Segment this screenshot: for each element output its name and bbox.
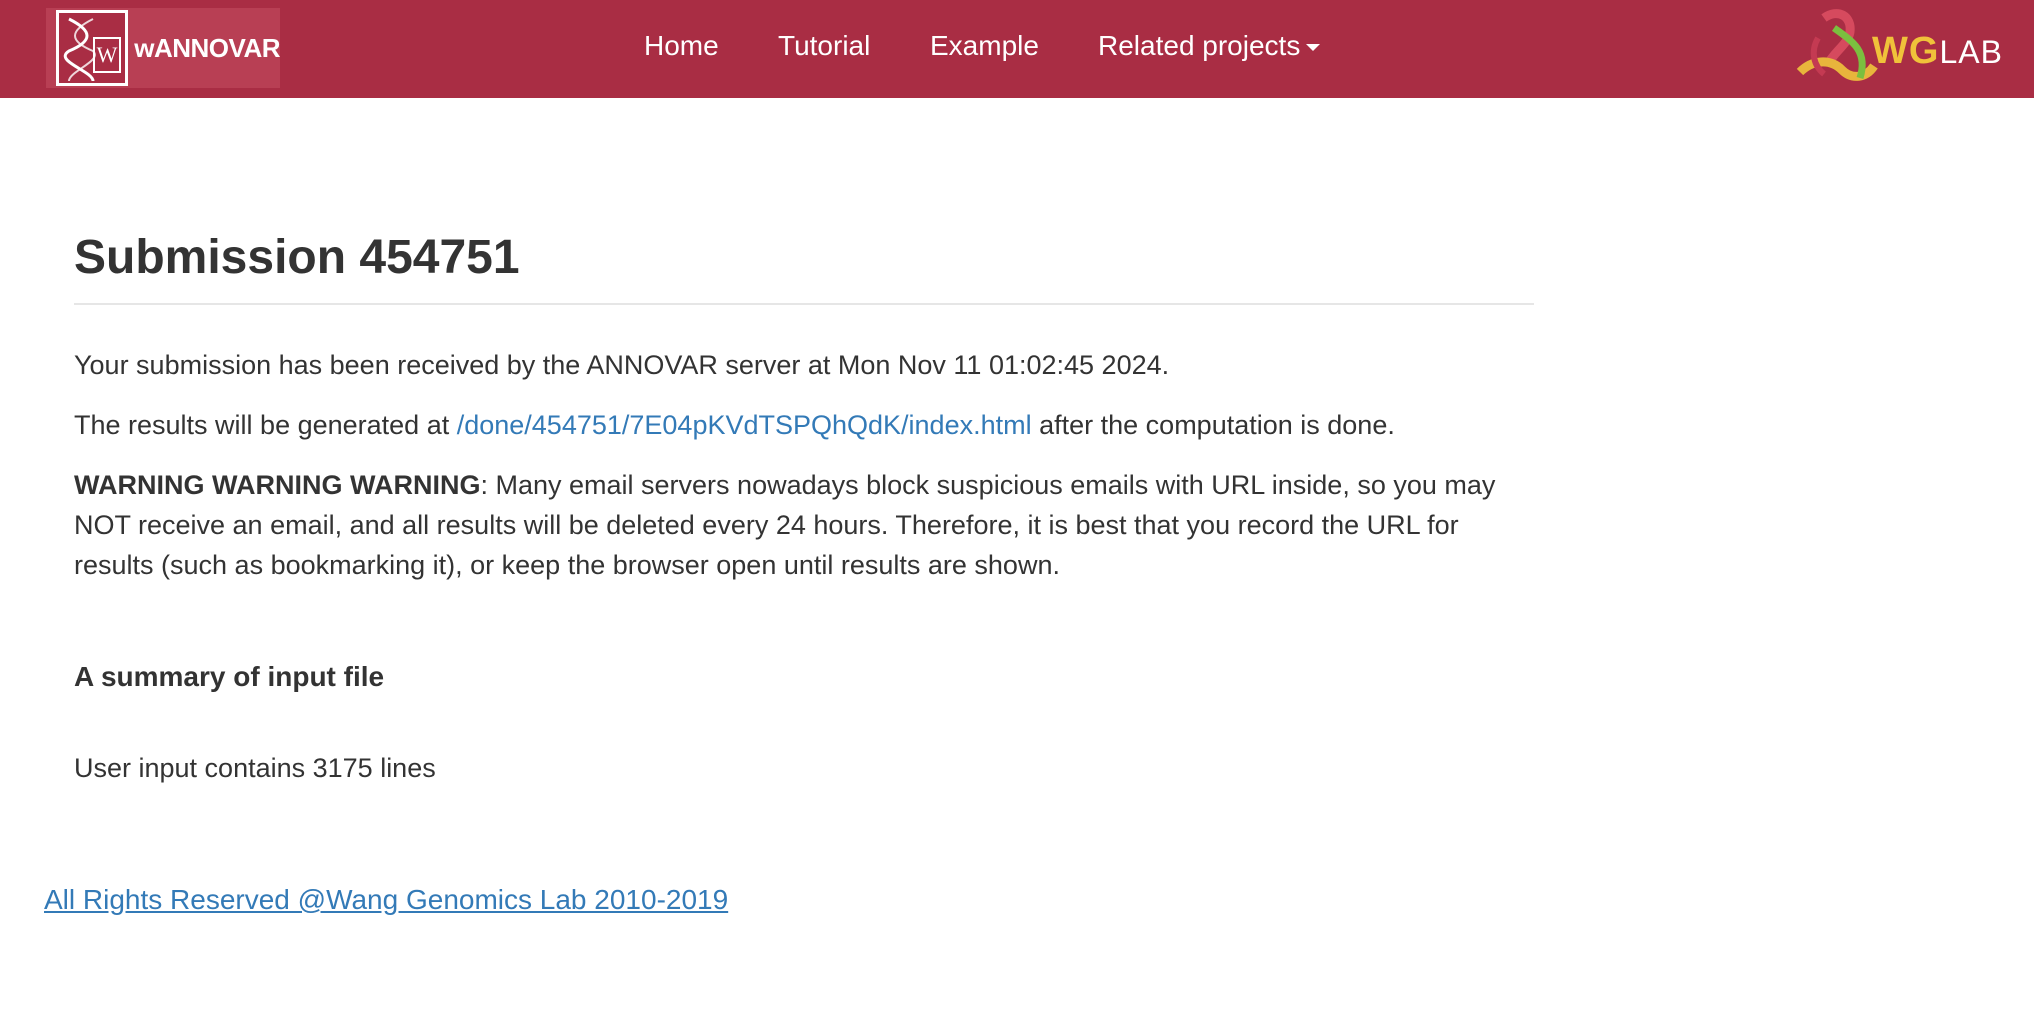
wglab-emblem-icon [1796,9,1878,81]
results-link[interactable]: /done/454751/7E04pKVdTSPQhQdK/index.html [457,410,1032,440]
nav-item-related-projects[interactable]: Related projects [1098,30,1321,62]
wglab-strong: WG [1872,30,1940,72]
wglab-logo[interactable]: WGLAB [1794,8,2024,88]
brand-text: wANNOVAR [134,32,280,63]
results-prefix: The results will be generated at [74,410,457,440]
wglab-rest: LAB [1939,34,2003,70]
results-text: The results will be generated at /done/4… [74,405,1534,445]
brand-link[interactable]: W wANNOVAR [46,8,280,88]
footer-copyright-link[interactable]: All Rights Reserved @Wang Genomics Lab 2… [44,884,728,916]
summary-text: User input contains 3175 lines [74,753,436,783]
logo-letter: W [93,37,121,73]
nav-item-tutorial[interactable]: Tutorial [778,30,870,62]
warning-text: WARNING WARNING WARNING: Many email serv… [74,465,1534,585]
nav-item-example[interactable]: Example [930,30,1039,62]
top-navbar: W wANNOVAR Home Tutorial Example Related… [0,0,2034,98]
nav-item-home[interactable]: Home [644,30,719,62]
related-projects-label: Related projects [1098,30,1301,61]
received-text: Your submission has been received by the… [74,350,1170,380]
wglab-text: WGLAB [1872,30,2003,73]
wannovar-logo-icon: W [56,10,129,86]
main-content: Submission 454751 Your submission has be… [74,230,1534,784]
page-title: Submission 454751 [74,230,1534,305]
caret-down-icon [1306,44,1321,52]
warning-bold: WARNING WARNING WARNING [74,470,481,500]
results-suffix: after the computation is done. [1031,410,1395,440]
summary-heading: A summary of input file [74,661,385,692]
